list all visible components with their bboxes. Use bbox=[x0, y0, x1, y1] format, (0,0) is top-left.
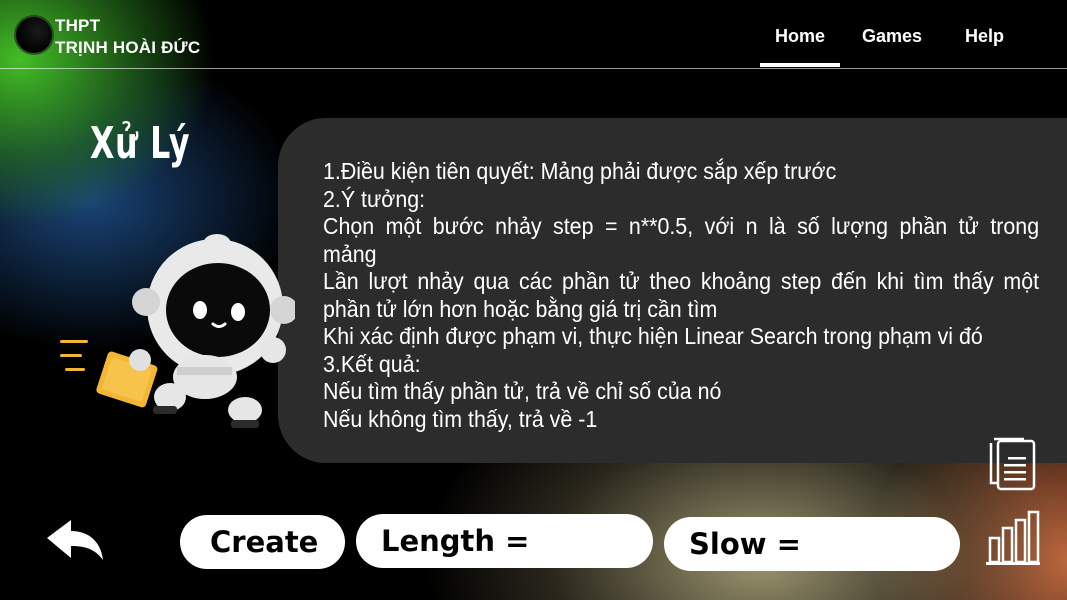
robot-illustration bbox=[60, 234, 295, 428]
description-line: 3.Kết quả: bbox=[323, 350, 421, 377]
description-line: 2.Ý tưởng: bbox=[323, 185, 426, 212]
description-line: mảng bbox=[323, 240, 377, 267]
description-line: Khi xác định được phạm vi, thực hiện Lin… bbox=[323, 323, 983, 349]
bar-chart-icon[interactable] bbox=[986, 510, 1040, 566]
header-divider bbox=[0, 68, 1067, 69]
description-line: Lần lượt nhảy qua các phần tử theo khoản… bbox=[323, 268, 1040, 294]
school-name-line1: THPT bbox=[55, 16, 101, 35]
algorithm-description: 1.Điều kiện tiên quyết: Mảng phải được s… bbox=[323, 158, 1039, 433]
school-name: THPT TRỊNH HOÀI ĐỨC bbox=[55, 15, 200, 59]
nav-home-link[interactable]: Home bbox=[775, 26, 825, 47]
back-arrow-icon[interactable] bbox=[45, 518, 105, 563]
description-line: Nếu không tìm thấy, trả về -1 bbox=[323, 405, 598, 432]
description-line: Nếu tìm thấy phần tử, trả về chỉ số của … bbox=[323, 378, 722, 404]
description-line: 1.Điều kiện tiên quyết: Mảng phải được s… bbox=[323, 158, 837, 184]
nav-games-link[interactable]: Games bbox=[862, 26, 922, 47]
nav-help-link[interactable]: Help bbox=[965, 26, 1004, 47]
description-line: Chọn một bước nhảy step = n**0.5, với n … bbox=[323, 213, 1040, 239]
school-logo bbox=[16, 17, 52, 53]
slow-input[interactable]: Slow = bbox=[664, 517, 960, 571]
document-icon[interactable] bbox=[988, 435, 1040, 493]
page-title: Xử Lý bbox=[90, 118, 191, 169]
active-nav-indicator bbox=[760, 63, 840, 67]
length-input[interactable]: Length = bbox=[356, 514, 653, 568]
description-line: phần tử lớn hơn hoặc bằng giá trị cần tì… bbox=[323, 295, 718, 322]
school-name-line2: TRỊNH HOÀI ĐỨC bbox=[55, 38, 201, 57]
create-button[interactable]: Create bbox=[180, 515, 345, 569]
